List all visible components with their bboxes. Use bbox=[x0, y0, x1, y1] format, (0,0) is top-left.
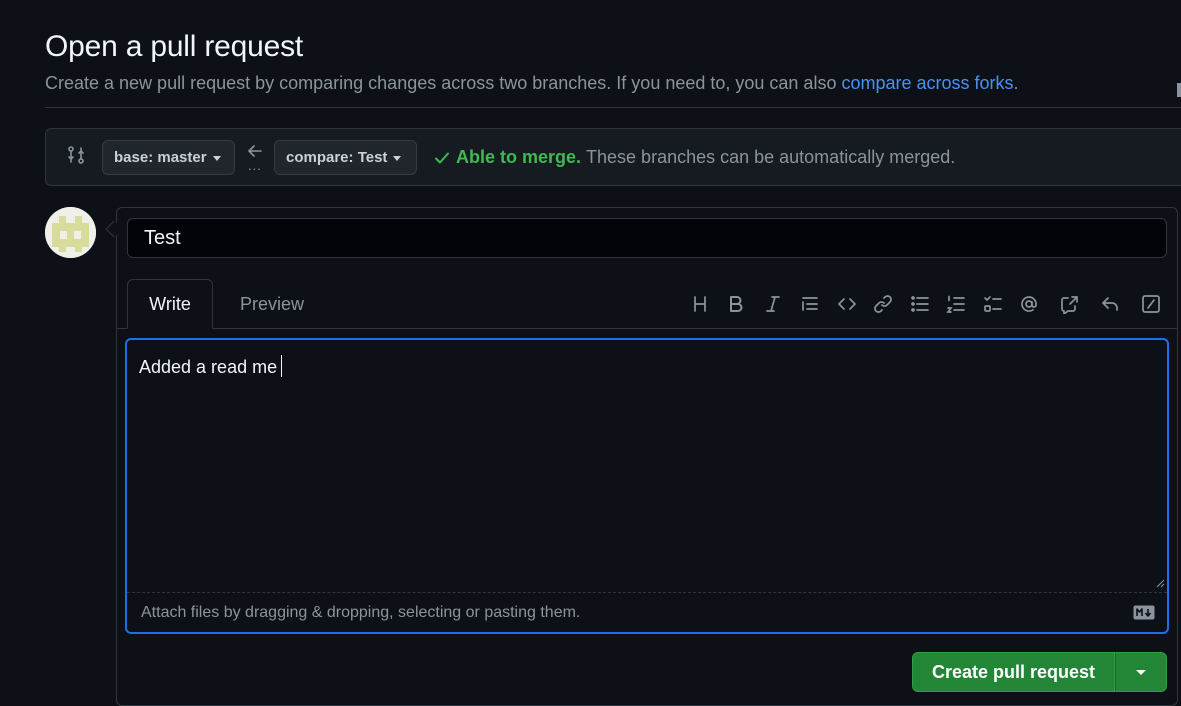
edge-mark bbox=[1177, 83, 1181, 97]
resize-grip-icon[interactable] bbox=[1155, 578, 1165, 588]
code-icon[interactable] bbox=[833, 290, 861, 318]
page-subtitle: Create a new pull request by comparing c… bbox=[45, 73, 1019, 94]
compare-branch-label: compare: Test bbox=[286, 149, 388, 166]
check-icon bbox=[435, 152, 449, 163]
mention-icon[interactable] bbox=[1015, 290, 1043, 318]
unordered-list-icon[interactable] bbox=[906, 290, 934, 318]
page-title: Open a pull request bbox=[45, 30, 304, 63]
pr-body-text[interactable]: Added a read me bbox=[139, 355, 283, 378]
submit-options-button[interactable] bbox=[1115, 652, 1167, 692]
tab-write[interactable]: Write bbox=[127, 279, 213, 329]
git-compare-icon bbox=[66, 145, 86, 165]
ordered-list-icon[interactable] bbox=[942, 290, 970, 318]
base-branch-select[interactable]: base: master bbox=[102, 140, 235, 175]
header-divider bbox=[45, 107, 1181, 108]
link-icon[interactable] bbox=[869, 290, 897, 318]
compare-across-forks-link[interactable]: compare across forks bbox=[841, 73, 1013, 93]
pr-body-value: Added a read me bbox=[139, 357, 278, 377]
pr-title-input[interactable] bbox=[127, 218, 1167, 258]
create-pull-request-button[interactable]: Create pull request bbox=[912, 652, 1115, 692]
ellipsis: ... bbox=[248, 158, 262, 173]
chevron-down-icon bbox=[393, 155, 402, 161]
subtitle-text: Create a new pull request by comparing c… bbox=[45, 73, 842, 93]
subtitle-end: . bbox=[1013, 73, 1019, 93]
chevron-down-icon bbox=[1136, 669, 1146, 675]
saved-reply-icon[interactable] bbox=[1096, 290, 1124, 318]
slash-commands-icon[interactable] bbox=[1137, 290, 1165, 318]
merge-status: Able to merge. These branches can be aut… bbox=[433, 147, 955, 168]
submit-group: Create pull request bbox=[912, 652, 1167, 692]
base-branch-label: base: master bbox=[114, 149, 207, 166]
markdown-icon[interactable] bbox=[1133, 605, 1155, 620]
compare-branch-select[interactable]: compare: Test bbox=[274, 140, 417, 175]
chevron-down-icon bbox=[212, 155, 221, 161]
tab-preview[interactable]: Preview bbox=[225, 279, 319, 329]
bold-icon[interactable] bbox=[722, 290, 750, 318]
open-pull-request-page: Open a pull request Create a new pull re… bbox=[0, 0, 1181, 706]
italic-icon[interactable] bbox=[759, 290, 787, 318]
heading-icon[interactable] bbox=[686, 290, 714, 318]
merge-ok-text: Able to merge. bbox=[456, 147, 582, 167]
quote-icon[interactable] bbox=[796, 290, 824, 318]
attach-files-bar[interactable]: Attach files by dragging & dropping, sel… bbox=[127, 592, 1167, 632]
attach-files-hint: Attach files by dragging & dropping, sel… bbox=[141, 604, 581, 621]
text-cursor bbox=[281, 355, 283, 377]
merge-detail-text: These branches can be automatically merg… bbox=[586, 147, 956, 167]
cross-reference-icon[interactable] bbox=[1056, 290, 1084, 318]
avatar[interactable] bbox=[45, 207, 96, 258]
task-list-icon[interactable] bbox=[979, 290, 1007, 318]
pr-body-editor[interactable]: Added a read me Attach files by dragging… bbox=[125, 338, 1169, 634]
